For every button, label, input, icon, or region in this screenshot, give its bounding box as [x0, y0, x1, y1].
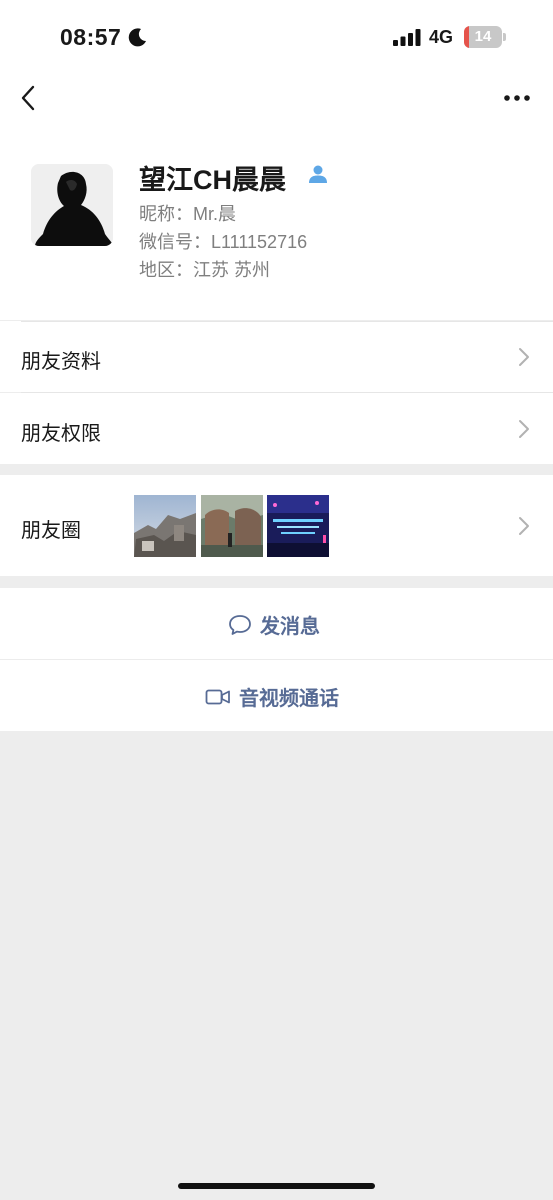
friend-permissions-row[interactable]: 朋友权限 — [0, 392, 553, 464]
home-indicator[interactable] — [178, 1183, 375, 1189]
moments-label: 朋友圈 — [21, 520, 81, 542]
chevron-right-icon — [519, 517, 529, 535]
video-camera-icon — [205, 689, 230, 704]
nickname: 昵称：Mr.晨 — [139, 204, 236, 224]
status-bar: 08:57 4G 14 — [0, 0, 553, 70]
moments-thumbnail — [201, 495, 263, 557]
video-call-button[interactable]: 音视频通话 — [0, 660, 553, 731]
chevron-left-icon[interactable] — [16, 84, 40, 112]
region: 地区：江苏 苏州 — [139, 260, 271, 280]
avatar[interactable] — [31, 164, 113, 246]
battery-icon: 14 — [464, 26, 506, 48]
send-message-button[interactable]: 发消息 — [0, 588, 553, 659]
friend-profile-row[interactable]: 朋友资料 — [0, 321, 553, 392]
moon-icon — [128, 28, 146, 47]
signal-icon — [393, 29, 421, 46]
divider — [21, 392, 553, 393]
video-call-label: 音视频通话 — [239, 688, 339, 710]
more-icon[interactable] — [502, 92, 532, 104]
moments-thumbnail — [267, 495, 329, 557]
moments-row[interactable]: 朋友圈 — [0, 475, 553, 576]
divider — [21, 321, 553, 322]
friend-permissions-label: 朋友权限 — [21, 423, 101, 445]
nav-bar — [0, 70, 553, 130]
chat-bubble-icon — [229, 614, 251, 635]
wechat-id: 微信号：L111152716 — [139, 232, 308, 252]
battery-level: 14 — [474, 28, 492, 45]
status-time: 08:57 — [60, 24, 122, 50]
profile-header: 望江CH晨晨 昵称：Mr.晨 微信号：L111152716 地区：江苏 苏州 — [0, 130, 553, 320]
moments-thumbnail — [134, 495, 196, 557]
chevron-right-icon — [519, 420, 529, 438]
friend-profile-label: 朋友资料 — [21, 351, 101, 373]
contact-name: 望江CH晨晨 — [139, 165, 286, 195]
friend-icon — [309, 165, 327, 183]
network-type: 4G — [429, 27, 454, 47]
send-message-label: 发消息 — [260, 616, 320, 638]
chevron-right-icon — [519, 348, 529, 366]
